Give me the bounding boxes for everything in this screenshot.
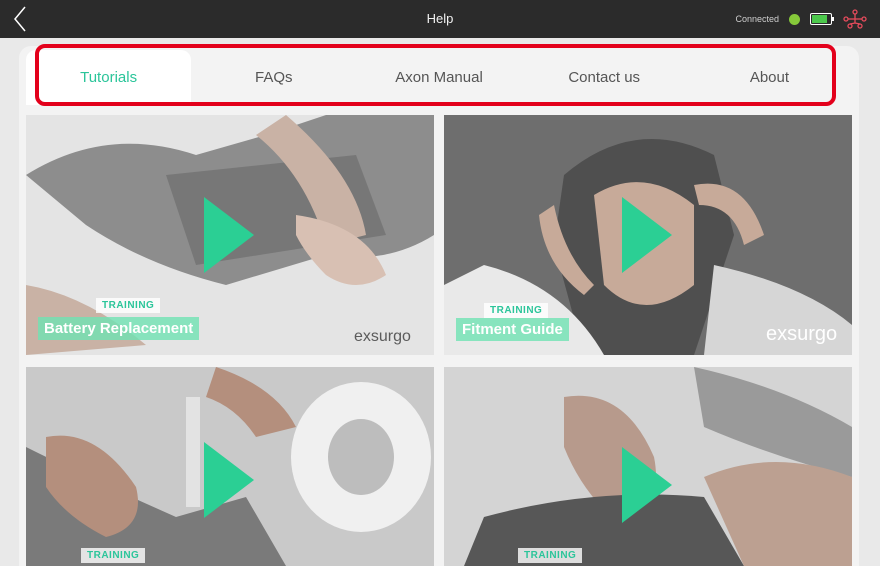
- brand-logo: exsurgo: [354, 328, 411, 345]
- training-tag: TRAINING: [484, 303, 549, 318]
- tutorial-card-fitment-guide[interactable]: TRAINING Fitment Guide exsurgo: [444, 115, 852, 355]
- play-icon[interactable]: [204, 197, 254, 273]
- tutorial-card-battery-replacement[interactable]: TRAINING Battery Replacement exsurgo: [26, 115, 434, 355]
- training-tag: TRAINING: [81, 548, 146, 563]
- tutorial-card-4[interactable]: TRAINING: [444, 367, 852, 566]
- tutorial-card-3[interactable]: TRAINING: [26, 367, 434, 566]
- status-area: Connected: [735, 0, 868, 38]
- play-icon[interactable]: [622, 447, 672, 523]
- tab-axon-manual[interactable]: Axon Manual: [356, 50, 521, 105]
- tab-about[interactable]: About: [687, 50, 852, 105]
- training-tag: TRAINING: [96, 298, 161, 313]
- tab-faqs[interactable]: FAQs: [191, 50, 356, 105]
- connection-status-dot: [789, 13, 800, 25]
- tab-bar: Tutorials FAQs Axon Manual Contact us Ab…: [26, 50, 852, 105]
- tutorial-title: Battery Replacement: [38, 317, 200, 340]
- connection-status-text: Connected: [735, 14, 779, 24]
- tab-contact-us[interactable]: Contact us: [522, 50, 687, 105]
- network-icon[interactable]: [842, 9, 868, 29]
- battery-icon: [810, 13, 834, 25]
- play-icon[interactable]: [204, 442, 254, 518]
- play-icon[interactable]: [622, 197, 672, 273]
- top-bar: Help Connected: [0, 0, 880, 38]
- training-tag: TRAINING: [518, 548, 583, 563]
- brand-logo: exsurgo: [766, 323, 838, 345]
- tutorial-title: Fitment Guide: [456, 318, 569, 341]
- tab-tutorials[interactable]: Tutorials: [26, 50, 192, 105]
